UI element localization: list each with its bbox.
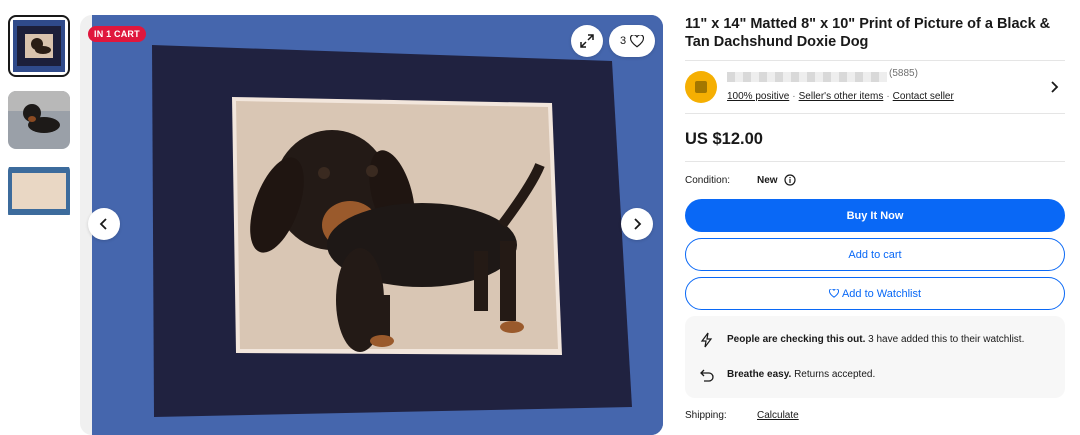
contact-seller-link[interactable]: Contact seller <box>893 91 954 102</box>
return-arrow-icon <box>697 368 717 382</box>
condition-label: Condition: <box>685 174 731 186</box>
next-image-button[interactable] <box>621 208 653 240</box>
chevron-left-icon <box>99 218 107 230</box>
lightning-icon <box>697 332 717 348</box>
chevron-right-icon[interactable] <box>1049 80 1059 94</box>
seller-card[interactable]: (5885) 100% positive · Seller's other item… <box>685 60 1065 114</box>
watchlist-count-button[interactable]: 3 <box>609 25 655 57</box>
buy-it-now-button[interactable]: Buy It Now <box>685 199 1065 232</box>
checking-out-row: People are checking this out. 3 have add… <box>685 322 1065 357</box>
heart-icon <box>828 289 839 298</box>
seller-name-redacted <box>727 72 887 82</box>
condition-row: Condition: New <box>685 161 1065 186</box>
watch-count: 3 <box>619 35 627 47</box>
seller-feedback-count: (5885) <box>889 68 918 79</box>
listing-title: 11" x 14" Matted 8" x 10" Print of Pictu… <box>685 16 1051 50</box>
thumbnail-2[interactable] <box>8 91 70 149</box>
add-to-cart-button[interactable]: Add to cart <box>685 238 1065 271</box>
returns-row: Breathe easy. Returns accepted. <box>685 357 1065 392</box>
heart-icon <box>630 34 645 47</box>
checking-out-text: 3 have added this to their watchlist. <box>868 334 1025 345</box>
main-image-viewer: IN 1 CART 3 <box>80 15 663 435</box>
add-to-watchlist-button[interactable]: Add to Watchlist <box>685 277 1065 310</box>
chevron-right-icon <box>634 218 642 230</box>
returns-text: Returns accepted. <box>794 369 876 380</box>
thumbnail-1-image <box>13 20 65 72</box>
seller-other-items-link[interactable]: Seller's other items <box>799 91 884 102</box>
listing-details: 11" x 14" Matted 8" x 10" Print of Pictu… <box>685 15 1065 421</box>
link-separator: · <box>792 91 796 102</box>
condition-value: New <box>757 174 778 186</box>
info-icon[interactable] <box>783 174 796 186</box>
thumbnail-3[interactable] <box>8 163 70 221</box>
urgency-panel: People are checking this out. 3 have add… <box>685 316 1065 398</box>
thumbnail-1[interactable] <box>8 15 70 77</box>
main-product-image <box>92 15 663 435</box>
thumbnail-2-image <box>8 91 70 149</box>
thumbnail-strip <box>8 15 72 235</box>
shipping-row: Shipping: Calculate <box>685 410 1065 421</box>
returns-bold: Breathe easy. <box>727 369 792 380</box>
link-separator: · <box>886 91 890 102</box>
shipping-label: Shipping: <box>685 410 727 421</box>
checking-out-bold: People are checking this out. <box>727 334 866 345</box>
price: US $12.00 <box>685 130 763 148</box>
expand-icon <box>580 34 594 48</box>
add-to-watchlist-label: Add to Watchlist <box>841 287 922 300</box>
thumbnail-3-image <box>8 163 70 221</box>
in-cart-badge: IN 1 CART <box>88 26 146 42</box>
calculate-shipping-link[interactable]: Calculate <box>757 410 799 421</box>
positive-feedback-link[interactable]: 100% positive <box>727 91 789 102</box>
seller-links: 100% positive · Seller's other items · Conta… <box>727 91 954 102</box>
fullscreen-button[interactable] <box>571 25 603 57</box>
previous-image-button[interactable] <box>88 208 120 240</box>
seller-avatar <box>685 71 717 103</box>
